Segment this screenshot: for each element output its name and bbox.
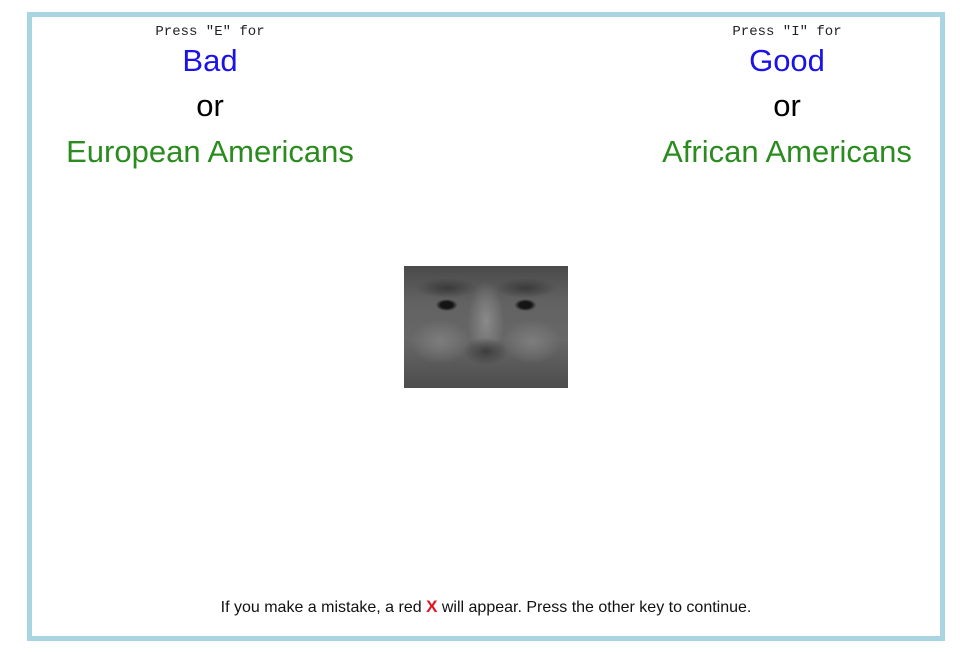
left-attribute-label: Bad — [182, 43, 238, 78]
right-attribute-label: Good — [749, 43, 825, 78]
right-target-label: African Americans — [662, 134, 912, 169]
instruction-before: If you make a mistake, a red — [220, 599, 427, 616]
instruction-after: will appear. Press the other key to cont… — [437, 599, 752, 616]
face-stimulus-image — [404, 266, 568, 388]
instruction-text: If you make a mistake, a red X will appe… — [32, 597, 940, 617]
right-connector: or — [773, 88, 801, 123]
left-target-label: European Americans — [66, 134, 354, 169]
left-connector: or — [196, 88, 224, 123]
error-x-mark: X — [426, 597, 438, 616]
iat-task-frame: Press "E" for Bad or European Americans … — [27, 12, 945, 641]
right-key-hint: Press "I" for — [732, 24, 842, 40]
left-key-hint: Press "E" for — [155, 24, 265, 40]
left-category-block: Press "E" for Bad or European Americans — [40, 23, 380, 175]
right-category-block: Press "I" for Good or African Americans — [642, 23, 932, 175]
